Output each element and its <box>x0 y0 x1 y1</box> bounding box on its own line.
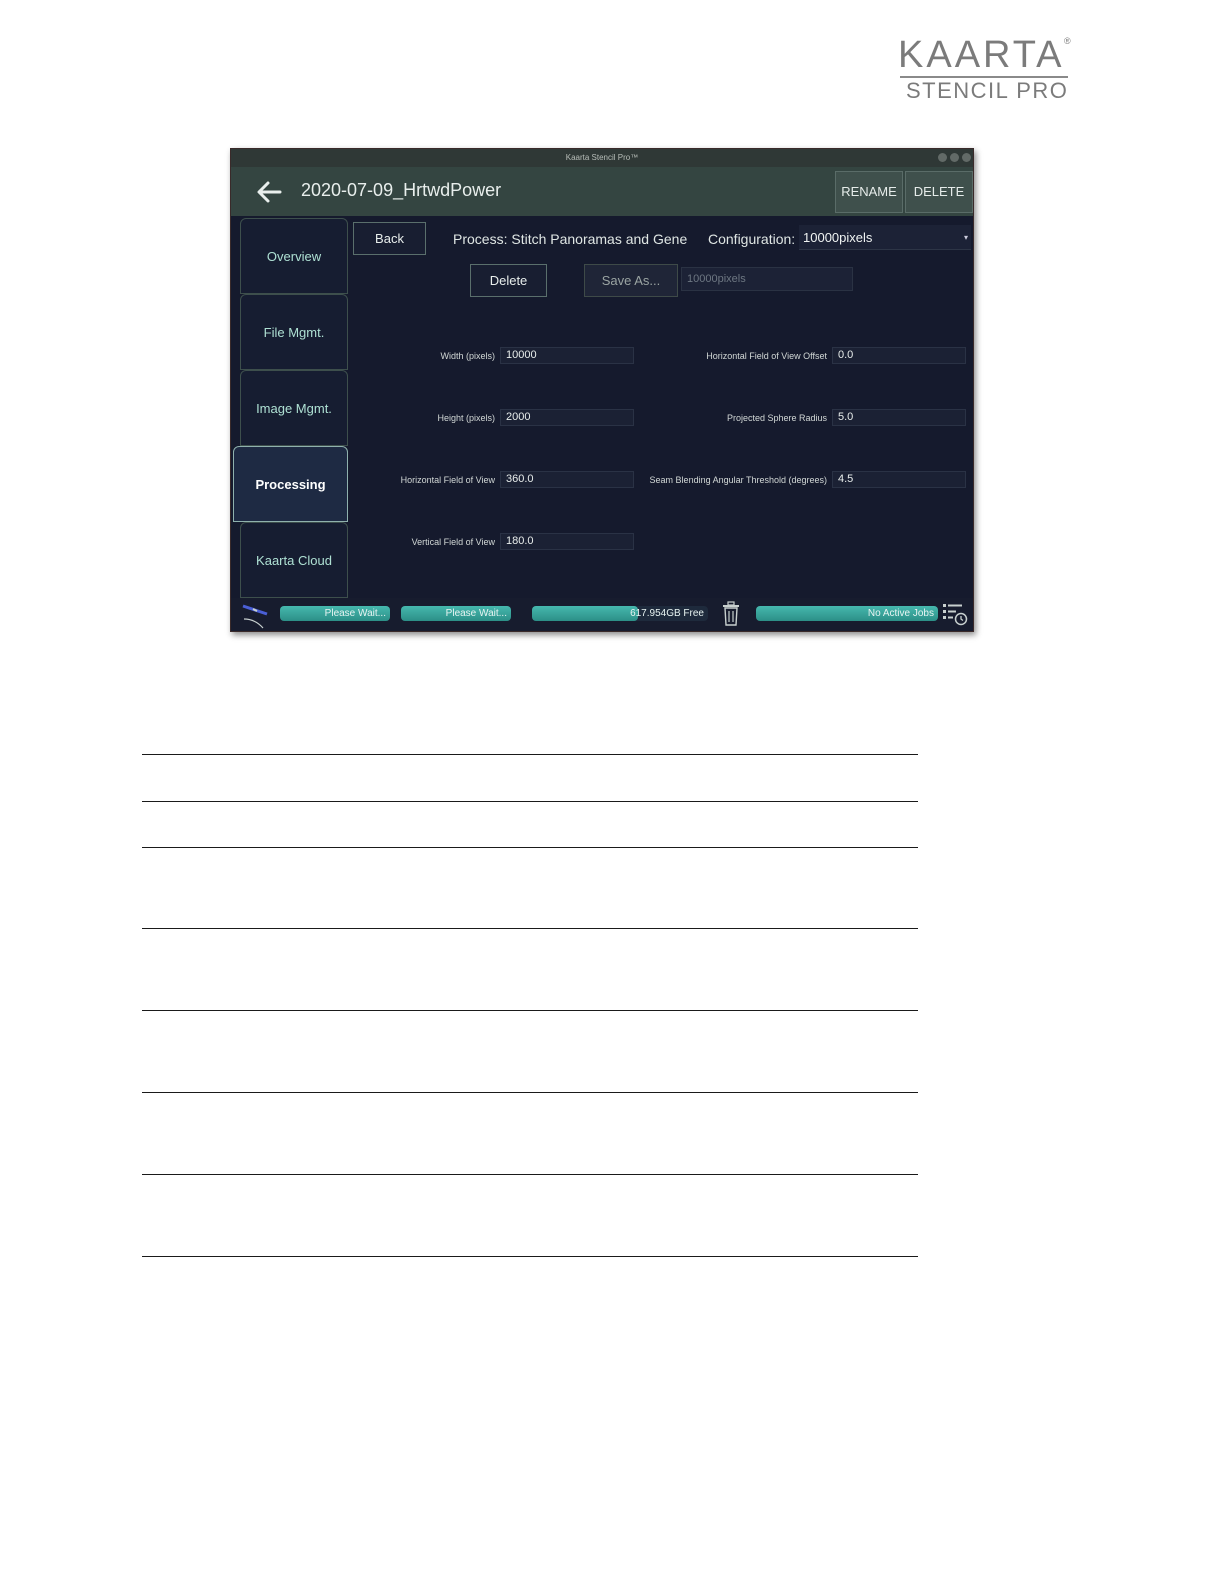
field-label-vfov: Vertical Field of View <box>411 537 495 547</box>
document-rule <box>142 1174 918 1175</box>
field-label-width: Width (pixels) <box>440 351 495 361</box>
tab-processing[interactable]: Processing <box>233 446 348 522</box>
width-input[interactable]: 10000 <box>500 347 634 364</box>
field-label-hfov-offset: Horizontal Field of View Offset <box>706 351 827 361</box>
trash-icon[interactable] <box>721 601 741 627</box>
main-content: Overview File Mgmt. Image Mgmt. Processi… <box>231 216 973 598</box>
app-header: 2020-07-09_HrtwdPower RENAME DELETE <box>231 167 973 216</box>
configuration-label: Configuration: <box>708 231 796 247</box>
kaarta-stencil-pro-logo: KAARTA ® STENCIL PRO <box>898 36 1073 106</box>
document-rule <box>142 1010 918 1011</box>
document-rule <box>142 801 918 802</box>
configuration-select[interactable]: 10000pixels ▾ <box>799 225 971 250</box>
dropdown-caret-icon: ▾ <box>963 233 968 242</box>
job-list-icon[interactable] <box>942 601 968 627</box>
hfov-input[interactable]: 360.0 <box>500 471 634 488</box>
minimize-button[interactable] <box>938 153 947 162</box>
tab-image-mgmt[interactable]: Image Mgmt. <box>240 370 348 446</box>
hfov-offset-input[interactable]: 0.0 <box>832 347 966 364</box>
rename-button[interactable]: RENAME <box>835 171 903 213</box>
vfov-input[interactable]: 180.0 <box>500 533 634 550</box>
document-rule <box>142 754 918 755</box>
document-rule <box>142 1092 918 1093</box>
app-window: Kaarta Stencil Pro™ 2020-07-09_HrtwdPowe… <box>230 148 974 632</box>
process-name: Process: Stitch Panoramas and Gene <box>453 231 688 247</box>
delete-config-button[interactable]: Delete <box>470 264 547 297</box>
save-as-button[interactable]: Save As... <box>584 264 678 297</box>
field-label-sphere-radius: Projected Sphere Radius <box>726 413 827 423</box>
delete-project-button[interactable]: DELETE <box>905 171 973 213</box>
document-rule <box>142 847 918 848</box>
storage-free-text: 617.954GB Free <box>630 608 704 619</box>
field-label-hfov: Horizontal Field of View <box>400 475 495 485</box>
configuration-value: 10000pixels <box>803 230 873 245</box>
storage-bar: 617.954GB Free <box>532 606 708 621</box>
status-bar: Please Wait... Please Wait... 617.954GB … <box>231 598 973 631</box>
maximize-button[interactable] <box>950 153 959 162</box>
seam-threshold-input[interactable]: 4.5 <box>832 471 966 488</box>
logo-subtitle: STENCIL PRO <box>906 78 1069 103</box>
document-rule <box>142 1256 918 1257</box>
sphere-radius-input[interactable]: 5.0 <box>832 409 966 426</box>
tab-file-mgmt[interactable]: File Mgmt. <box>240 294 348 370</box>
back-arrow-icon[interactable] <box>255 179 283 205</box>
field-label-height: Height (pixels) <box>437 413 495 423</box>
tab-kaarta-cloud[interactable]: Kaarta Cloud <box>240 522 348 598</box>
document-rule <box>142 928 918 929</box>
window-titlebar: Kaarta Stencil Pro™ <box>231 149 973 167</box>
tab-overview[interactable]: Overview <box>240 218 348 294</box>
logo-wordmark: KAARTA <box>898 34 1065 76</box>
satellite-icon[interactable] <box>241 601 271 629</box>
jobs-bar: No Active Jobs <box>756 606 938 621</box>
progress-bar-2: Please Wait... <box>401 606 511 621</box>
window-title: Kaarta Stencil Pro™ <box>565 153 639 162</box>
config-name-input[interactable]: 10000pixels <box>681 267 853 291</box>
storage-fill <box>532 606 638 621</box>
logo-registered-mark: ® <box>1064 36 1071 46</box>
close-button[interactable] <box>962 153 971 162</box>
window-controls <box>938 153 971 162</box>
field-label-seam-threshold: Seam Blending Angular Threshold (degrees… <box>649 475 827 485</box>
height-input[interactable]: 2000 <box>500 409 634 426</box>
project-title: 2020-07-09_HrtwdPower <box>301 180 502 200</box>
back-button[interactable]: Back <box>353 222 426 255</box>
progress-bar-1: Please Wait... <box>280 606 390 621</box>
